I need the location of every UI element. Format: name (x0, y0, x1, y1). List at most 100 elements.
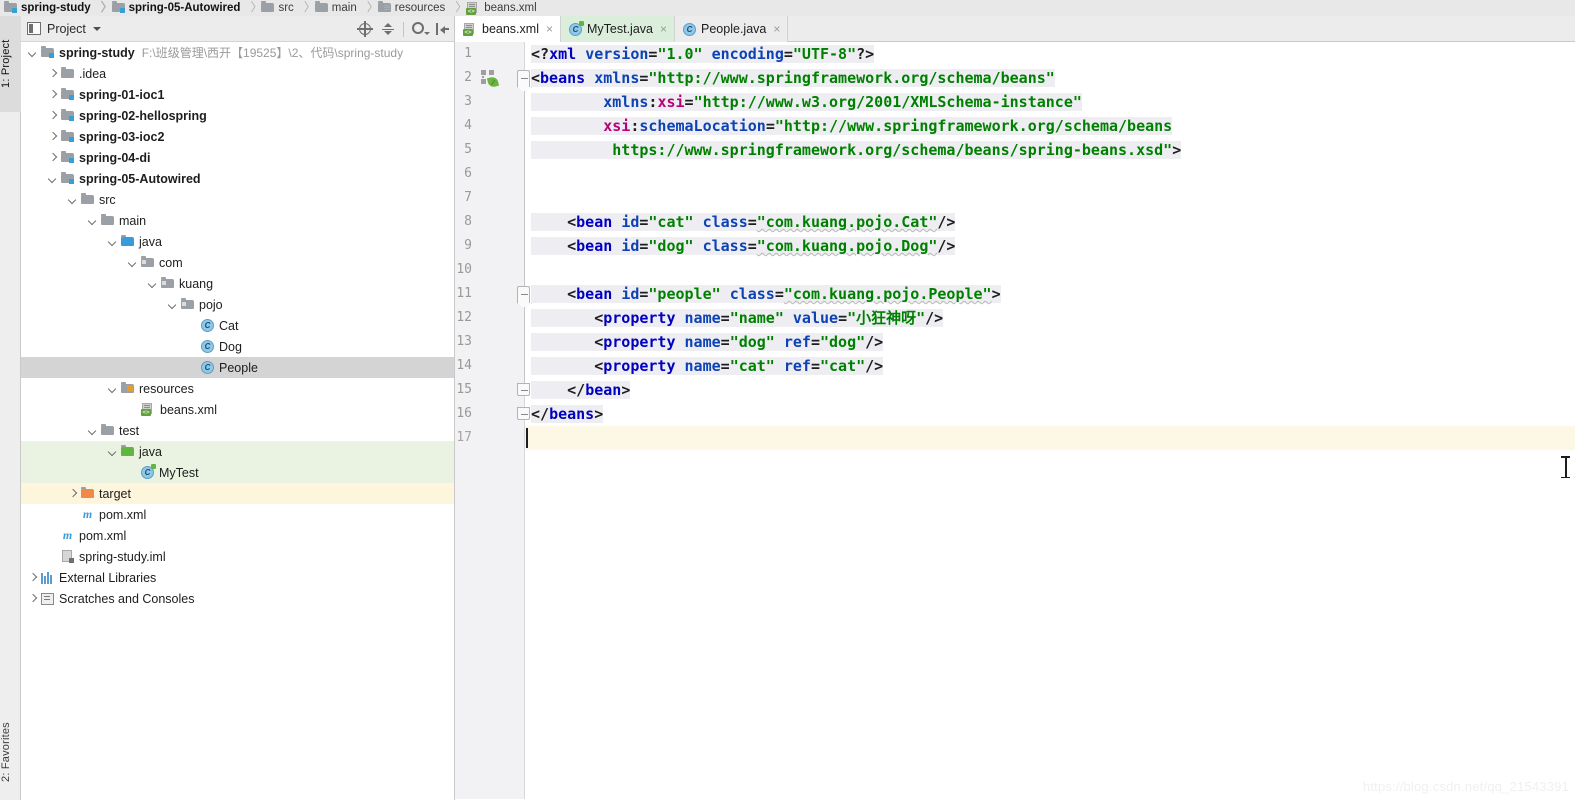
chevron-right-icon[interactable] (47, 152, 58, 163)
line-number: 16 (456, 406, 472, 421)
breadcrumb-item-resources[interactable]: 〉 resources (363, 0, 452, 16)
xml-file-icon: <> (463, 22, 477, 36)
tree-node-label: People (219, 360, 258, 375)
gear-icon[interactable] (411, 21, 430, 37)
tree-node-test-java[interactable]: java (21, 441, 454, 462)
editor-tab-beans-xml[interactable]: <> beans.xml × (455, 16, 561, 42)
close-icon[interactable]: × (546, 23, 553, 35)
tree-node-test[interactable]: test (21, 420, 454, 441)
tree-node-label: External Libraries (59, 570, 157, 585)
code-line-3[interactable]: xmlns:xsi="http://www.w3.org/2001/XMLSch… (525, 90, 1575, 114)
tree-node-external-libraries[interactable]: External Libraries (21, 567, 454, 588)
tree-node-root-pom[interactable]: m pom.xml (21, 525, 454, 546)
hide-panel-icon[interactable] (434, 21, 450, 37)
tree-node-src[interactable]: src (21, 189, 454, 210)
tree-node-pojo[interactable]: pojo (21, 294, 454, 315)
tree-node-spring-study[interactable]: spring-study F:\班级管理\西开【19525】\2、代码\sprin… (21, 42, 454, 63)
editor-code-body[interactable]: <?xml version="1.0" encoding="UTF-8"?> <b… (525, 42, 1575, 799)
tree-node-spring-02-hellospring[interactable]: spring-02-hellospring (21, 105, 454, 126)
code-line-15[interactable]: </bean> (525, 378, 1575, 402)
breadcrumb-item-main[interactable]: 〉 main (300, 0, 363, 16)
chevron-right-icon[interactable] (47, 110, 58, 121)
close-icon[interactable]: × (773, 23, 780, 35)
chevron-down-icon[interactable] (47, 173, 58, 184)
code-line-7[interactable] (525, 186, 1575, 210)
code-editor[interactable]: 1 2 3 4 5 6 7 8 9 10 11 12 13 14 15 16 17 <?xml version=… (455, 42, 1575, 799)
tool-window-tab-project[interactable]: 1: Project (0, 16, 21, 112)
code-line-9[interactable]: <bean id="dog" class="com.kuang.pojo.Dog… (525, 234, 1575, 258)
tree-node-target[interactable]: target (21, 483, 454, 504)
code-line-10[interactable] (525, 258, 1575, 282)
breadcrumb-item-spring-05-autowired[interactable]: 〉 spring-05-Autowired (97, 0, 247, 16)
chevron-down-icon[interactable] (67, 194, 78, 205)
chevron-down-icon[interactable] (107, 236, 118, 247)
tree-node-people[interactable]: C People (21, 357, 454, 378)
tree-node-idea[interactable]: .idea (21, 63, 454, 84)
tree-node-cat[interactable]: C Cat (21, 315, 454, 336)
code-line-content: <property name="dog" ref="dog"/> (531, 333, 884, 351)
tree-node-spring-04-di[interactable]: spring-04-di (21, 147, 454, 168)
line-number: 6 (464, 166, 472, 181)
code-line-8[interactable]: <bean id="cat" class="com.kuang.pojo.Cat… (525, 210, 1575, 234)
tree-node-java[interactable]: java (21, 231, 454, 252)
chevron-right-icon[interactable] (27, 572, 38, 583)
line-number: 7 (464, 190, 472, 205)
tree-node-resources[interactable]: resources (21, 378, 454, 399)
spring-bean-icon[interactable] (481, 70, 500, 89)
code-line-5[interactable]: https://www.springframework.org/schema/b… (525, 138, 1575, 162)
tree-node-com[interactable]: com (21, 252, 454, 273)
chevron-down-icon[interactable] (147, 278, 158, 289)
chevron-right-icon[interactable] (67, 488, 78, 499)
code-line-13[interactable]: <property name="dog" ref="dog"/> (525, 330, 1575, 354)
code-line-14[interactable]: <property name="cat" ref="cat"/> (525, 354, 1575, 378)
code-line-11[interactable]: <bean id="people" class="com.kuang.pojo.… (525, 282, 1575, 306)
line-number: 13 (456, 334, 472, 349)
tree-node-mytest[interactable]: C MyTest (21, 462, 454, 483)
locate-in-tree-icon[interactable] (357, 21, 373, 37)
tree-node-spring-05-autowired[interactable]: spring-05-Autowired (21, 168, 454, 189)
collapse-all-icon[interactable] (380, 21, 396, 37)
chevron-right-icon[interactable] (27, 593, 38, 604)
project-tree[interactable]: spring-study F:\班级管理\西开【19525】\2、代码\sprin… (21, 42, 454, 799)
tree-node-spring-study-iml[interactable]: spring-study.iml (21, 546, 454, 567)
editor-gutter[interactable]: 1 2 3 4 5 6 7 8 9 10 11 12 13 14 15 16 17 (455, 42, 530, 799)
toolbar-divider (403, 21, 404, 37)
tree-node-kuang[interactable]: kuang (21, 273, 454, 294)
editor-tab-mytest-java[interactable]: C MyTest.java × (561, 16, 676, 42)
tree-node-spring-01-ioc1[interactable]: spring-01-ioc1 (21, 84, 454, 105)
code-line-17[interactable] (525, 426, 1575, 450)
chevron-right-icon[interactable] (47, 89, 58, 100)
chevron-down-icon[interactable] (107, 446, 118, 457)
code-line-4[interactable]: xsi:schemaLocation="http://www.springfra… (525, 114, 1575, 138)
tree-node-module-pom[interactable]: m pom.xml (21, 504, 454, 525)
code-line-6[interactable] (525, 162, 1575, 186)
resources-folder-icon (121, 382, 134, 394)
tree-node-main[interactable]: main (21, 210, 454, 231)
breadcrumb-item-spring-study[interactable]: spring-study (0, 0, 97, 16)
chevron-down-icon[interactable] (167, 299, 178, 310)
editor-tab-people-java[interactable]: C People.java × (675, 16, 789, 42)
tree-node-scratches-and-consoles[interactable]: Scratches and Consoles (21, 588, 454, 609)
code-line-16[interactable]: </beans> (525, 402, 1575, 426)
chevron-down-icon[interactable] (107, 383, 118, 394)
close-icon[interactable]: × (660, 23, 667, 35)
chevron-down-icon[interactable] (127, 257, 138, 268)
chevron-down-icon[interactable] (27, 47, 38, 58)
breadcrumb-item-beans-xml[interactable]: 〉 <> beans.xml (451, 0, 542, 16)
code-line-12[interactable]: <property name="name" value="小狂神呀"/> (525, 306, 1575, 330)
code-line-1[interactable]: <?xml version="1.0" encoding="UTF-8"?> (525, 42, 1575, 66)
chevron-down-icon[interactable] (92, 26, 101, 31)
tree-node-label: java (139, 234, 162, 249)
tree-node-beans-xml[interactable]: <> beans.xml (21, 399, 454, 420)
chevron-right-icon[interactable] (47, 68, 58, 79)
chevron-down-icon[interactable] (87, 215, 98, 226)
tree-node-dog[interactable]: C Dog (21, 336, 454, 357)
breadcrumb-item-src[interactable]: 〉 src (246, 0, 299, 16)
chevron-right-icon[interactable] (47, 131, 58, 142)
line-number: 2 (464, 70, 472, 85)
chevron-down-icon[interactable] (87, 425, 98, 436)
tree-node-spring-03-ioc2[interactable]: spring-03-ioc2 (21, 126, 454, 147)
code-line-2[interactable]: <beans xmlns="http://www.springframework… (525, 66, 1575, 90)
java-class-icon: C (201, 340, 214, 353)
tool-window-tab-favorites[interactable]: 2: Favorites (0, 704, 21, 800)
